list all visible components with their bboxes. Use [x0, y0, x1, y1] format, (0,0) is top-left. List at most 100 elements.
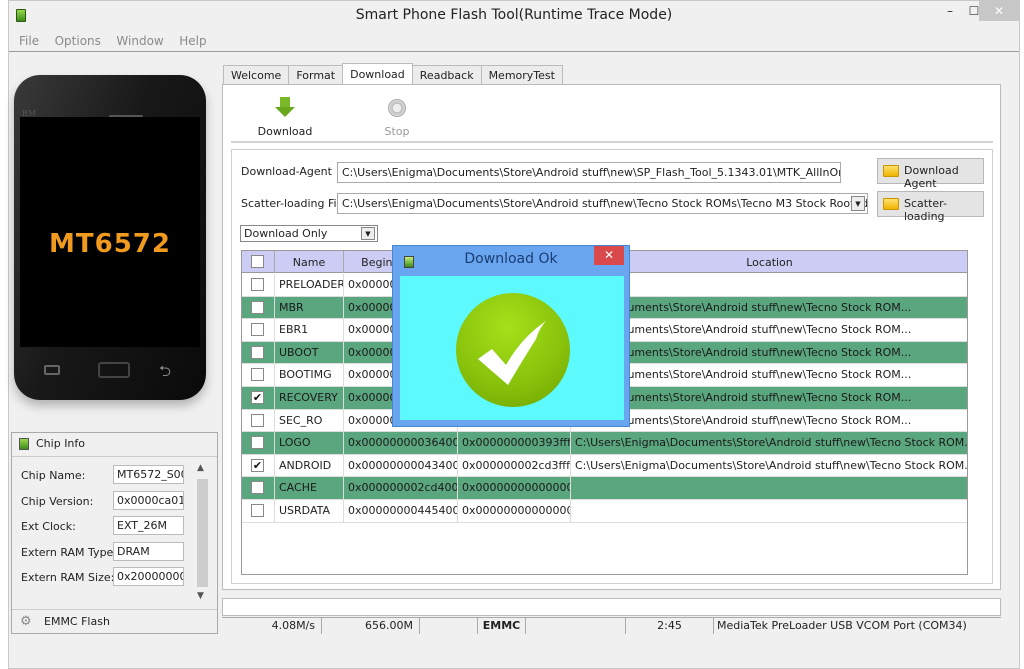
row-checkbox[interactable]	[251, 323, 264, 337]
row-checkbox[interactable]	[251, 368, 264, 382]
folder-icon	[883, 198, 899, 210]
partition-location	[571, 477, 967, 499]
partition-location	[571, 500, 967, 522]
table-row[interactable]: ✔ ANDROID0x00000000043400000x000000002cd3…	[242, 454, 967, 478]
row-checkbox[interactable]	[251, 278, 264, 291]
row-checkbox-cell[interactable]	[242, 364, 275, 386]
begin-address: 0x0000000003640000	[344, 432, 458, 454]
chip-info-scrollbar[interactable]: ▲ ▼	[195, 463, 209, 606]
tab-download[interactable]: Download	[342, 63, 413, 85]
select-all-header[interactable]	[242, 251, 275, 273]
menu-bar: File Options Window Help	[9, 31, 1019, 52]
chip-icon	[19, 438, 29, 450]
table-row[interactable]: LOGO0x00000000036400000x000000000393ffff…	[242, 432, 967, 455]
header-location[interactable]: Location	[571, 251, 967, 273]
row-checkbox[interactable]	[251, 300, 264, 314]
scatter-loading-button[interactable]: Scatter-loading	[877, 191, 984, 223]
table-row[interactable]: USRDATA0x00000000445400000x0000000000000…	[242, 500, 967, 523]
row-checkbox-cell[interactable]: ✔	[242, 454, 275, 477]
phone-brand: BM	[22, 109, 37, 118]
partition-name: ANDROID	[275, 454, 344, 477]
select-all-checkbox[interactable]	[251, 255, 264, 268]
folder-icon	[883, 165, 899, 177]
partition-name: MBR	[275, 296, 344, 319]
tab-welcome[interactable]: Welcome	[223, 65, 290, 85]
row-checkbox-cell[interactable]	[242, 341, 275, 364]
row-checkbox[interactable]: ✔	[251, 458, 264, 472]
menu-help[interactable]: Help	[177, 31, 208, 51]
download-label: Download	[257, 125, 313, 138]
row-checkbox-cell[interactable]: ✔	[242, 387, 275, 409]
menu-window[interactable]: Window	[114, 31, 165, 51]
download-agent-button[interactable]: Download Agent	[877, 158, 984, 190]
chip-info-row: Chip Name: MT6572_S00	[12, 463, 195, 489]
row-checkbox[interactable]	[251, 436, 264, 450]
download-arrow-icon	[275, 97, 295, 119]
row-checkbox-cell[interactable]	[242, 500, 275, 522]
phone-home-icon	[98, 362, 130, 378]
chip-name-label: Chip Name:	[21, 469, 86, 482]
tab-memorytest[interactable]: MemoryTest	[480, 65, 563, 85]
chip-info-row: Extern RAM Type: DRAM	[12, 540, 195, 566]
scatter-loading-button-label: Scatter-loading	[904, 197, 947, 223]
dropdown-arrow-icon[interactable]: ▼	[851, 196, 865, 211]
row-checkbox[interactable]	[251, 413, 264, 427]
scatter-loading-value: C:\Users\Enigma\Documents\Store\Android …	[342, 197, 867, 210]
stop-icon	[388, 99, 406, 117]
tab-format[interactable]: Format	[288, 65, 344, 85]
scroll-up-icon[interactable]: ▲	[197, 463, 204, 473]
close-button[interactable]: ✕	[979, 1, 1019, 21]
begin-address: 0x0000000004340000	[344, 454, 458, 477]
phone-menu-icon	[44, 365, 60, 375]
status-speed: 4.08M/s	[222, 618, 322, 634]
row-checkbox-cell[interactable]	[242, 319, 275, 341]
partition-location: igma\Documents\Store\Android stuff\new\T…	[575, 323, 912, 337]
chip-info-header[interactable]: Chip Info	[12, 433, 217, 457]
partition-name: RECOVERY	[275, 387, 344, 409]
download-mode-select[interactable]: Download Only ▼	[240, 225, 378, 242]
row-checkbox-cell[interactable]	[242, 432, 275, 454]
row-checkbox[interactable]: ✔	[251, 391, 264, 404]
menu-file[interactable]: File	[17, 31, 41, 51]
stop-button[interactable]: Stop	[377, 93, 417, 138]
chip-info-row: Chip Version: 0x0000ca01	[12, 489, 195, 515]
window-title: Smart Phone Flash Tool(Runtime Trace Mod…	[355, 7, 673, 23]
download-button[interactable]: Download	[255, 93, 315, 138]
partition-name: PRELOADER	[275, 274, 344, 296]
row-checkbox-cell[interactable]	[242, 274, 275, 296]
row-checkbox[interactable]	[251, 481, 264, 495]
dropdown-arrow-icon[interactable]: ▼	[361, 227, 375, 240]
menu-options[interactable]: Options	[53, 31, 103, 51]
scroll-down-icon[interactable]: ▼	[197, 591, 204, 601]
stop-label: Stop	[384, 125, 410, 138]
ram-size-value: 0x20000000	[113, 567, 184, 586]
status-empty-1	[420, 618, 478, 634]
scroll-thumb[interactable]	[197, 479, 208, 587]
success-check-icon	[456, 293, 570, 407]
row-checkbox[interactable]	[251, 504, 264, 517]
emmc-flash-title: EMMC Flash	[44, 615, 110, 628]
chip-version-value: 0x0000ca01	[113, 490, 184, 510]
minimize-button[interactable]: –	[939, 1, 961, 21]
row-checkbox-cell[interactable]	[242, 296, 275, 319]
ram-size-label: Extern RAM Size:	[21, 571, 115, 584]
dialog-close-button[interactable]: ✕	[594, 246, 624, 265]
tab-readback[interactable]: Readback	[411, 65, 482, 85]
header-name[interactable]: Name	[275, 251, 344, 273]
row-checkbox[interactable]	[251, 345, 264, 359]
chip-info-title: Chip Info	[36, 437, 86, 450]
chip-name-value: MT6572_S00	[113, 465, 184, 484]
download-agent-path[interactable]: C:\Users\Enigma\Documents\Store\Android …	[337, 162, 841, 183]
status-storage: EMMC	[478, 618, 526, 634]
partition-location: igma\Documents\Store\Android stuff\new\T…	[575, 391, 912, 404]
status-port: MediaTek PreLoader USB VCOM Port (COM34)	[717, 619, 967, 632]
partition-name: BOOTIMG	[275, 364, 344, 386]
row-checkbox-cell[interactable]	[242, 477, 275, 499]
table-row[interactable]: CACHE0x000000002cd400000x000000000000000…	[242, 477, 967, 500]
chip-model-text: MT6572	[49, 229, 171, 259]
emmc-flash-header[interactable]: ⚙ EMMC Flash	[12, 609, 217, 633]
scatter-loading-path[interactable]: C:\Users\Enigma\Documents\Store\Android …	[337, 193, 868, 214]
scatter-loading-label: Scatter-loading File	[241, 197, 347, 210]
row-checkbox-cell[interactable]	[242, 409, 275, 432]
begin-address: 0x0000000044540000	[344, 500, 458, 522]
